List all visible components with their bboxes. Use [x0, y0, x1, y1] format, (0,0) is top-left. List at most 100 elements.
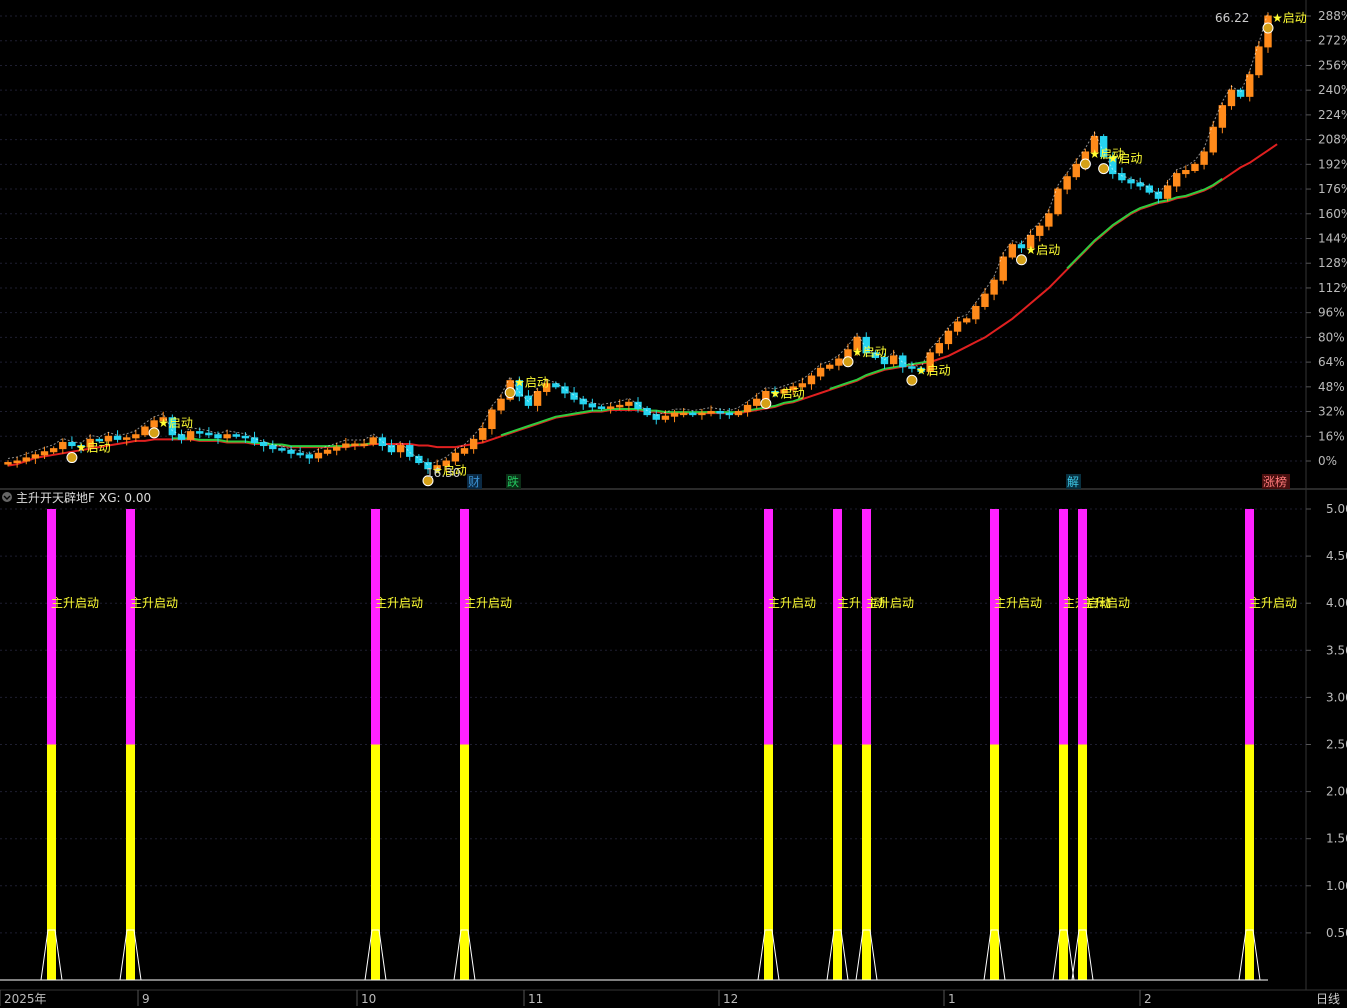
signal-bar-top [833, 509, 842, 745]
signal-bar-bottom [126, 744, 135, 980]
signal-start-label: ★启动 [1025, 243, 1060, 257]
candle-body [13, 460, 21, 464]
y-tick-label: 64% [1318, 355, 1345, 369]
candle-body [616, 404, 624, 408]
candle-body [469, 438, 478, 450]
candle-body [552, 383, 560, 388]
collapse-icon[interactable] [2, 492, 12, 502]
y-tick-label: 48% [1318, 380, 1345, 394]
y-tick-label: 1.50 [1326, 832, 1347, 846]
candle-body [141, 426, 149, 436]
indicator-header[interactable]: 主升开天辟地F XG: 0.00 [2, 490, 151, 505]
signal-bar-top [1245, 509, 1254, 745]
signal-bar-top [460, 509, 469, 745]
candle-body [689, 412, 697, 416]
candle-body [707, 411, 715, 414]
candle-body [944, 330, 953, 345]
signal-bar-bottom [862, 744, 871, 980]
signal-bar-bottom [1078, 744, 1087, 980]
candle-body [1163, 185, 1172, 199]
candle-body [396, 445, 405, 453]
signal-bar-label: 主升启动 [375, 596, 423, 610]
signal-start-label: ★启动 [1108, 152, 1143, 166]
candle-body [1246, 74, 1254, 97]
y-tick-label: 240% [1318, 83, 1347, 97]
y-tick-label: 144% [1318, 232, 1347, 246]
candle-body [305, 454, 314, 459]
candle-body [488, 409, 496, 430]
x-tick-label: 10 [361, 992, 376, 1006]
signal-bar-bottom [1059, 744, 1068, 980]
candle-body [31, 454, 40, 459]
candle-body [232, 434, 240, 437]
y-tick-label: 0% [1318, 454, 1337, 468]
candle-body [889, 355, 898, 365]
low-price-label: 16.30 [426, 466, 460, 480]
candle-body [49, 448, 58, 453]
candle-body [643, 407, 651, 416]
y-tick-label: 256% [1318, 58, 1347, 72]
candle-body [223, 434, 231, 439]
signal-bar-top [1059, 509, 1068, 745]
candle-body [743, 404, 752, 413]
x-tick-label: 2025年 [4, 992, 47, 1006]
y-tick-label: 224% [1318, 108, 1347, 122]
candle-body [807, 375, 816, 385]
candle-body [625, 401, 633, 406]
candle-body [835, 358, 843, 366]
y-tick-label: 2.00 [1326, 785, 1347, 799]
period-label[interactable]: 日线 [1316, 992, 1340, 1006]
signal-bar-bottom [833, 744, 842, 980]
signal-bar-top [990, 509, 999, 745]
y-tick-label: 112% [1318, 281, 1347, 295]
candle-body [214, 434, 222, 439]
signal-bar-top [764, 509, 773, 745]
signal-bar-label: 主升启动 [866, 596, 914, 610]
y-tick-label: 272% [1318, 34, 1347, 48]
candle-body [351, 443, 359, 447]
signal-bar-top [371, 509, 380, 745]
candle-body [1036, 225, 1044, 236]
candle-body [332, 446, 341, 451]
candle-body [122, 437, 131, 440]
candle-body [661, 415, 670, 420]
y-tick-label: 2.50 [1326, 738, 1347, 752]
x-tick-label: 12 [723, 992, 738, 1006]
candle-body [205, 432, 213, 436]
candle-body [588, 403, 597, 408]
candle-body [241, 435, 250, 439]
candle-body [1054, 188, 1062, 215]
candle-body [1227, 89, 1236, 107]
candle-body [451, 452, 460, 462]
y-tick-label: 16% [1318, 429, 1345, 443]
candle-body [40, 451, 49, 456]
y-tick-label: 80% [1318, 330, 1345, 344]
signal-bar-top [47, 509, 56, 745]
candle-body [1017, 244, 1026, 249]
signal-bar-label: 主升启动 [1249, 596, 1297, 610]
high-price-label: 66.22 [1215, 11, 1249, 25]
candle-body [1209, 126, 1217, 153]
candle-body [479, 428, 487, 440]
candle-body [533, 390, 542, 406]
signal-bar-label: 主升启动 [464, 596, 512, 610]
candle-body [1063, 176, 1071, 190]
candle-body [734, 411, 743, 416]
signal-bar-label: 主升启动 [1082, 596, 1130, 610]
candle-body [990, 279, 998, 295]
candle-body [460, 448, 469, 454]
candle-body [314, 452, 323, 459]
signal-start-label: ★启动 [158, 416, 193, 430]
signal-bar-label: 主升启动 [994, 596, 1042, 610]
candle-body [981, 293, 989, 307]
signal-bar-top [126, 509, 135, 745]
candle-body [1191, 163, 1199, 172]
candle-body [752, 398, 761, 406]
candle-body [716, 411, 724, 414]
candle-body [269, 445, 277, 450]
indicator-xg-value: XG: 0.00 [99, 491, 151, 505]
period-selector[interactable]: 日线 [1308, 991, 1347, 1008]
y-tick-label: 4.00 [1326, 596, 1347, 610]
candle-body [68, 441, 76, 447]
candle-body [1118, 173, 1126, 181]
